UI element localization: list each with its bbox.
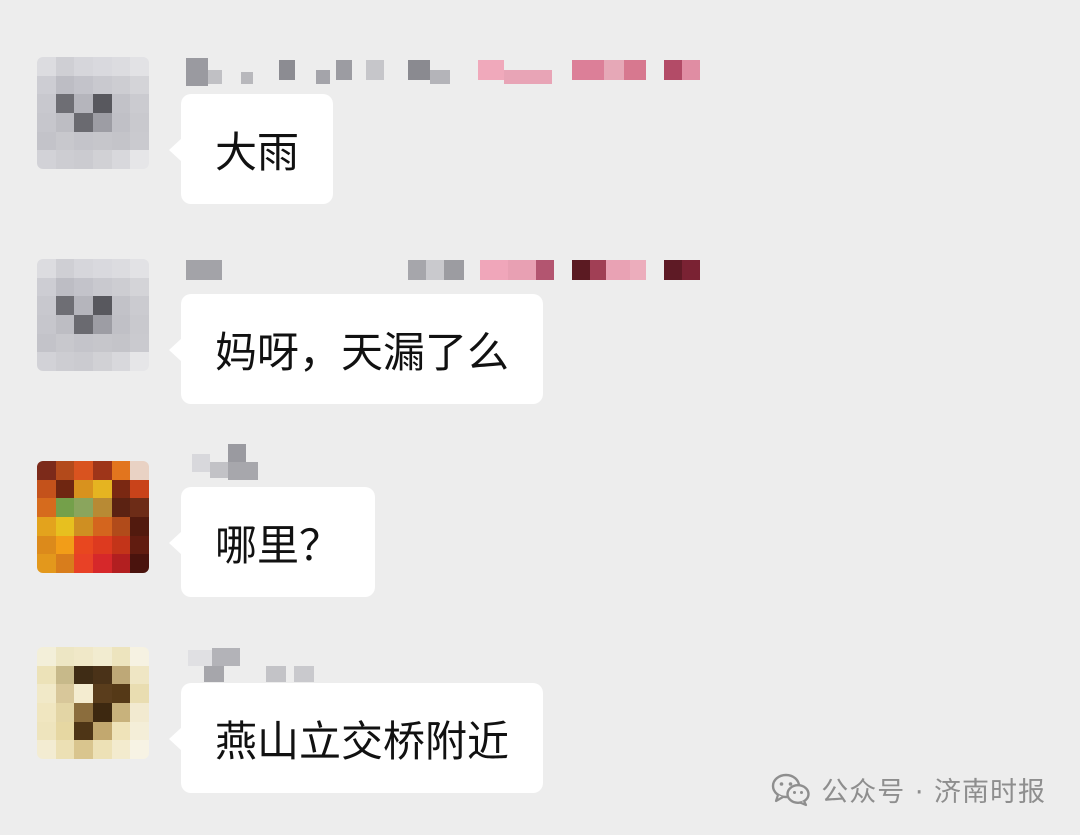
message-text: 大雨 — [215, 127, 300, 177]
avatar[interactable] — [37, 259, 149, 371]
message-bubble[interactable]: 燕山立交桥附近 — [168, 683, 544, 793]
message-bubble[interactable]: 哪里？ — [168, 487, 376, 597]
avatar[interactable] — [37, 647, 149, 759]
wechat-icon — [772, 773, 810, 806]
message-bubble[interactable]: 大雨 — [168, 94, 334, 204]
message-text: 哪里？ — [215, 520, 342, 570]
avatar[interactable] — [37, 57, 149, 169]
message-text: 妈呀，天漏了么 — [215, 327, 510, 377]
chat-view: 大雨 妈呀，天漏了么 哪里？ 燕山立交桥附近 公众号 · 济南时报 — [0, 0, 1080, 835]
message-bubble[interactable]: 妈呀，天漏了么 — [168, 294, 544, 404]
watermark: 公众号 · 济南时报 — [771, 770, 1046, 809]
watermark-text: 公众号 · 济南时报 — [821, 777, 1046, 808]
avatar[interactable] — [37, 461, 149, 573]
message-text: 燕山立交桥附近 — [215, 716, 510, 766]
